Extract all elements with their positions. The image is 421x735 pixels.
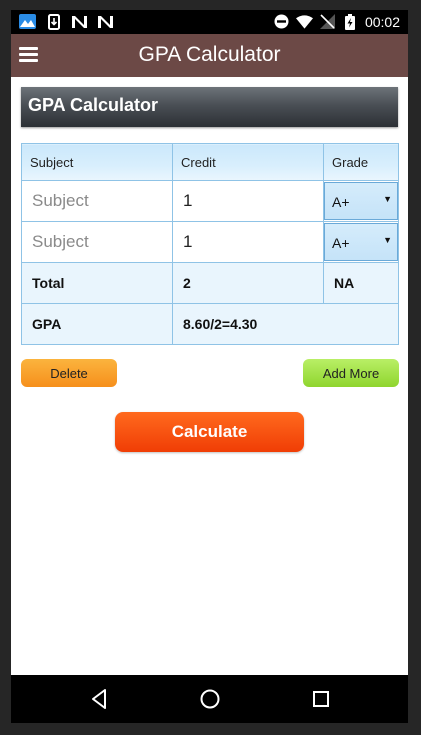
dropdown-caret-icon: ▼ (383, 235, 392, 245)
grade-dropdown[interactable]: A+ ▼ (324, 182, 398, 220)
total-label: Total (21, 262, 173, 304)
app-screen: 00:02 GPA Calculator GPA Calculator Subj… (11, 10, 408, 723)
app-title: GPA Calculator (138, 43, 281, 66)
table-row: A+ ▼ (21, 180, 399, 222)
system-icons: 00:02 (273, 13, 400, 30)
n-app-icon (71, 13, 88, 30)
status-bar: 00:02 (11, 10, 408, 34)
grade-value: A+ (332, 235, 350, 251)
home-icon[interactable] (198, 687, 222, 711)
wifi-icon (295, 13, 313, 30)
credit-cell (172, 180, 324, 222)
n-app-icon (97, 13, 114, 30)
add-more-button[interactable]: Add More (303, 359, 399, 387)
subject-input[interactable] (22, 181, 172, 221)
grade-cell: A+ ▼ (323, 180, 399, 222)
subject-cell (21, 221, 173, 263)
credit-input[interactable] (173, 222, 323, 262)
delete-button[interactable]: Delete (21, 359, 117, 387)
total-credit: 2 (172, 262, 324, 304)
grade-value: A+ (332, 194, 350, 210)
status-time: 00:02 (364, 13, 400, 30)
credit-input[interactable] (173, 181, 323, 221)
back-icon[interactable] (88, 687, 112, 711)
table-header-row: Subject Credit Grade (21, 143, 399, 181)
calculate-button[interactable]: Calculate (115, 412, 304, 452)
subject-cell (21, 180, 173, 222)
recents-icon[interactable] (309, 687, 333, 711)
gallery-icon (19, 13, 36, 30)
dropdown-caret-icon: ▼ (383, 194, 392, 204)
header-credit: Credit (172, 143, 324, 181)
gpa-label: GPA (21, 303, 173, 345)
credit-cell (172, 221, 324, 263)
navigation-bar (11, 675, 408, 723)
notification-icons (19, 13, 114, 30)
no-signal-icon (319, 13, 336, 30)
header-grade: Grade (323, 143, 399, 181)
section-title: GPA Calculator (28, 95, 159, 115)
header-subject: Subject (21, 143, 173, 181)
subject-input[interactable] (22, 222, 172, 262)
section-header: GPA Calculator (21, 87, 398, 127)
table-row: A+ ▼ (21, 221, 399, 263)
gpa-row: GPA 8.60/2=4.30 (21, 303, 399, 345)
gpa-value: 8.60/2=4.30 (172, 303, 399, 345)
do-not-disturb-icon (273, 13, 290, 30)
app-bar: GPA Calculator (11, 34, 408, 77)
battery-charging-icon (342, 13, 359, 30)
grade-cell: A+ ▼ (323, 221, 399, 263)
download-icon (45, 13, 62, 30)
total-row: Total 2 NA (21, 262, 399, 304)
total-grade: NA (323, 262, 399, 304)
grade-dropdown[interactable]: A+ ▼ (324, 223, 398, 261)
gpa-table: Subject Credit Grade A+ ▼ (21, 143, 399, 345)
